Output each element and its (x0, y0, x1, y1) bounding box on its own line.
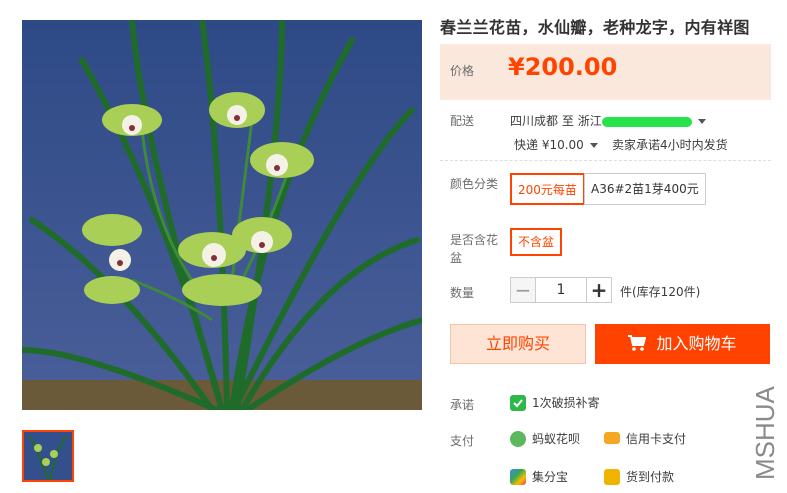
sku-option-a36[interactable]: A36#2苗1芽400元 (584, 173, 706, 205)
chevron-down-icon (589, 143, 598, 148)
product-title: 春兰兰花苗，水仙瓣，老种龙字，内有祥图 (440, 18, 750, 37)
redaction-highlight (601, 116, 692, 127)
orchid-thumb-image (24, 432, 72, 480)
cash-on-delivery-icon (604, 469, 620, 485)
quantity-decrease-button[interactable]: − (510, 277, 536, 303)
delivery-to-word: 至 (561, 114, 574, 128)
quantity-input[interactable]: 1 (536, 277, 586, 303)
divider (440, 160, 771, 161)
delivery-label: 配送 (450, 114, 475, 128)
huabei-icon (510, 431, 526, 447)
pot-label-line2: 盆 (450, 251, 463, 265)
color-label: 颜色分类 (450, 177, 499, 191)
watermark-text: MSHUA (750, 385, 780, 480)
payment-huabei-label: 蚂蚁花呗 (532, 432, 581, 446)
product-thumbnail[interactable] (22, 430, 74, 482)
sku-option-200-each[interactable]: 200元每苗 (510, 173, 585, 205)
quantity-increase-button[interactable]: + (586, 277, 612, 303)
payment-credit-card-label: 信用卡支付 (626, 432, 687, 446)
payment-jifenbao-label: 集分宝 (532, 470, 569, 484)
price-value: ¥200.00 (508, 53, 618, 81)
shield-check-icon (510, 395, 526, 411)
watermark: MSHUA (738, 378, 787, 483)
delivery-from: 四川成都 (510, 114, 559, 128)
payment-label: 支付 (450, 434, 475, 448)
add-to-cart-button[interactable]: 加入购物车 (595, 324, 770, 364)
promise-label: 承诺 (450, 398, 475, 412)
cart-icon (628, 335, 647, 351)
jifenbao-icon (510, 469, 526, 485)
dispatch-promise: 卖家承诺4小时内发货 (612, 138, 728, 152)
pot-label-line1: 是否含花 (450, 233, 499, 247)
orchid-photo (22, 20, 422, 410)
add-to-cart-label: 加入购物车 (656, 334, 737, 353)
shipping-select[interactable]: 快递 ¥10.00 (514, 136, 598, 153)
stock-info: 件(库存120件) (620, 285, 701, 299)
quantity-label: 数量 (450, 286, 475, 300)
payment-huabei[interactable]: 蚂蚁花呗 (510, 430, 580, 447)
delivery-to[interactable]: 浙江 (578, 114, 602, 128)
shipping-fee: 快递 ¥10.00 (514, 138, 584, 152)
promise-item[interactable]: 1次破损补寄 (510, 394, 600, 411)
payment-jifenbao[interactable]: 集分宝 (510, 468, 568, 485)
main-product-image[interactable] (22, 20, 422, 410)
pot-option-no-pot[interactable]: 不含盆 (510, 228, 563, 256)
price-label: 价格 (450, 64, 475, 78)
promise-text: 1次破损补寄 (532, 396, 600, 410)
buy-now-button[interactable]: 立即购买 (450, 324, 586, 364)
chevron-down-icon[interactable] (697, 119, 706, 124)
credit-card-icon (604, 432, 620, 444)
payment-credit-card[interactable]: 信用卡支付 (604, 430, 686, 447)
payment-cod[interactable]: 货到付款 (604, 468, 674, 485)
payment-cod-label: 货到付款 (626, 470, 675, 484)
delivery-route: 四川成都 至 浙江 (510, 112, 706, 129)
